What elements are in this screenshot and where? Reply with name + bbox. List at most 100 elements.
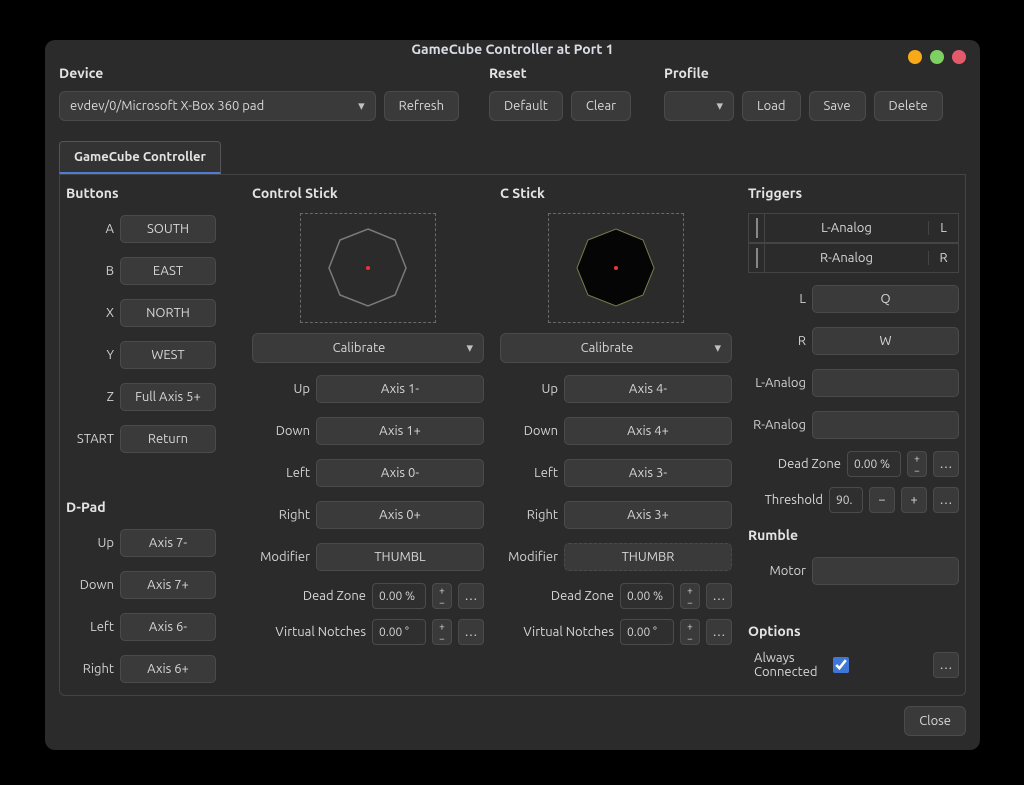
btn-a-bind[interactable]: SOUTH (120, 215, 216, 243)
cst-right-bind[interactable]: Axis 3+ (564, 501, 732, 529)
trg-l-bind[interactable]: Q (812, 285, 959, 313)
cs-down-bind[interactable]: Axis 1+ (316, 417, 484, 445)
close-button[interactable]: Close (904, 706, 966, 736)
btn-start-label: START (66, 432, 114, 446)
cst-notches-more[interactable]: … (706, 619, 732, 645)
minus-icon[interactable]: − (681, 596, 699, 608)
plus-icon[interactable]: + (681, 584, 699, 596)
trg-threshold-minus[interactable]: − (869, 487, 895, 513)
clear-button[interactable]: Clear (571, 91, 631, 121)
minimize-icon[interactable] (908, 50, 922, 64)
trg-r-bind[interactable]: W (812, 327, 959, 355)
cs-deadzone-more[interactable]: … (458, 583, 484, 609)
cs-mod-label: Modifier (252, 550, 310, 564)
minus-icon[interactable]: − (433, 596, 451, 608)
cst-down-bind[interactable]: Axis 4+ (564, 417, 732, 445)
trg-threshold-value[interactable]: 90. (829, 487, 863, 513)
control-stick-calibrate[interactable]: Calibrate (252, 333, 484, 363)
cs-up-bind[interactable]: Axis 1- (316, 375, 484, 403)
save-button[interactable]: Save (809, 91, 866, 121)
cs-right-bind[interactable]: Axis 0+ (316, 501, 484, 529)
trg-r-label: R (748, 334, 806, 348)
trg-deadzone-more[interactable]: … (933, 451, 959, 477)
trg-deadzone-value[interactable]: 0.00 % (847, 451, 901, 477)
cs-down-label: Down (252, 424, 310, 438)
trg-ra-bind[interactable] (812, 411, 959, 439)
minus-icon[interactable]: − (908, 464, 926, 476)
profile-select[interactable] (664, 91, 734, 121)
trg-l-label: L (748, 292, 806, 306)
control-stick-visual (300, 213, 436, 323)
trg-threshold-plus[interactable]: + (901, 487, 927, 513)
close-icon[interactable] (952, 50, 966, 64)
cst-deadzone-stepper[interactable]: +− (680, 583, 700, 609)
tab-gamecube-controller[interactable]: GameCube Controller (59, 141, 221, 174)
cst-up-label: Up (500, 382, 558, 396)
dpad-up-bind[interactable]: Axis 7- (120, 529, 216, 557)
cst-mod-bind[interactable]: THUMBR (564, 543, 732, 571)
cst-notches-label: Virtual Notches (500, 625, 614, 639)
always-connected-checkbox[interactable] (833, 657, 849, 673)
dpad-left-bind[interactable]: Axis 6- (120, 613, 216, 641)
trg-deadzone-stepper[interactable]: +− (907, 451, 927, 477)
cst-notches-stepper[interactable]: +− (680, 619, 700, 645)
controller-config-window: GameCube Controller at Port 1 Device evd… (45, 40, 980, 750)
l-analog-indicator: L-Analog L (748, 213, 959, 243)
refresh-button[interactable]: Refresh (384, 91, 459, 121)
maximize-icon[interactable] (930, 50, 944, 64)
motor-label: Motor (748, 564, 806, 578)
btn-b-bind[interactable]: EAST (120, 257, 216, 285)
trg-ra-label: R-Analog (748, 418, 806, 432)
dpad-group-title: D-Pad (66, 499, 236, 515)
rumble-group-title: Rumble (748, 527, 959, 543)
cs-left-bind[interactable]: Axis 0- (316, 459, 484, 487)
profile-section-label: Profile (664, 65, 966, 81)
plus-icon[interactable]: + (433, 620, 451, 632)
dpad-right-bind[interactable]: Axis 6+ (120, 655, 216, 683)
cs-notches-value[interactable]: 0.00 ° (372, 619, 426, 645)
cs-mod-bind[interactable]: THUMBL (316, 543, 484, 571)
plus-icon[interactable]: + (681, 620, 699, 632)
c-stick-calibrate[interactable]: Calibrate (500, 333, 732, 363)
ellipsis-icon: … (940, 658, 953, 672)
cst-left-bind[interactable]: Axis 3- (564, 459, 732, 487)
cst-notches-value[interactable]: 0.00 ° (620, 619, 674, 645)
plus-icon: + (910, 493, 917, 507)
btn-z-label: Z (66, 390, 114, 404)
minus-icon[interactable]: − (681, 632, 699, 644)
cst-deadzone-value[interactable]: 0.00 % (620, 583, 674, 609)
delete-button[interactable]: Delete (874, 91, 943, 121)
cst-deadzone-label: Dead Zone (500, 589, 614, 603)
dpad-down-label: Down (66, 578, 114, 592)
load-button[interactable]: Load (742, 91, 801, 121)
ellipsis-icon: … (940, 493, 953, 507)
btn-x-bind[interactable]: NORTH (120, 299, 216, 327)
cs-right-label: Right (252, 508, 310, 522)
cs-deadzone-value[interactable]: 0.00 % (372, 583, 426, 609)
cst-up-bind[interactable]: Axis 4- (564, 375, 732, 403)
c-stick-visual (548, 213, 684, 323)
cs-notches-stepper[interactable]: +− (432, 619, 452, 645)
trg-la-bind[interactable] (812, 369, 959, 397)
device-select[interactable]: evdev/0/Microsoft X-Box 360 pad (59, 91, 376, 121)
dpad-up-label: Up (66, 536, 114, 550)
btn-y-bind[interactable]: WEST (120, 341, 216, 369)
btn-x-label: X (66, 306, 114, 320)
plus-icon[interactable]: + (908, 452, 926, 464)
cs-deadzone-label: Dead Zone (252, 589, 366, 603)
cst-deadzone-more[interactable]: … (706, 583, 732, 609)
r-analog-bar (749, 244, 765, 272)
trg-threshold-more[interactable]: … (933, 487, 959, 513)
cs-deadzone-stepper[interactable]: +− (432, 583, 452, 609)
options-more[interactable]: … (933, 652, 959, 678)
minus-icon[interactable]: − (433, 632, 451, 644)
btn-start-bind[interactable]: Return (120, 425, 216, 453)
plus-icon[interactable]: + (433, 584, 451, 596)
btn-z-bind[interactable]: Full Axis 5+ (120, 383, 216, 411)
ellipsis-icon: … (940, 457, 953, 471)
dpad-down-bind[interactable]: Axis 7+ (120, 571, 216, 599)
window-controls (908, 50, 966, 64)
motor-bind[interactable] (812, 557, 959, 585)
default-button[interactable]: Default (489, 91, 563, 121)
cs-notches-more[interactable]: … (458, 619, 484, 645)
